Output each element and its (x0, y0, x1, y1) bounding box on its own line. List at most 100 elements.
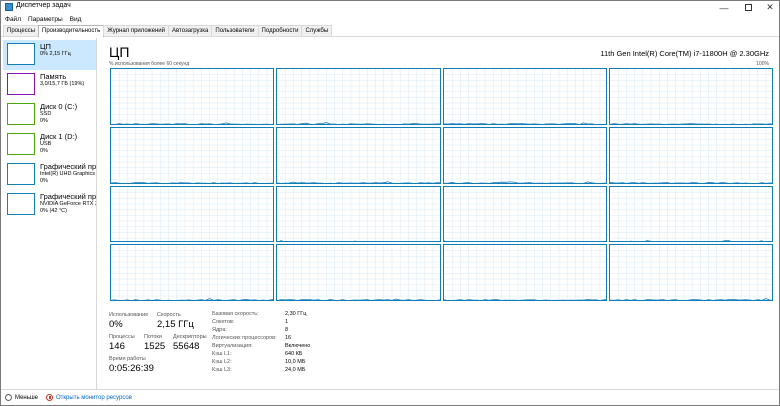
cpu-thumbnail-graph (7, 43, 35, 65)
logical-processor-graph (608, 68, 773, 125)
l2-cache-key: Кэш L2: (212, 359, 232, 365)
task-manager-window: Диспетчер задач — ✕ Файл Параметры Вид П… (0, 0, 780, 406)
graph-max-label: 100% (756, 61, 769, 67)
sidebar-item-gpu0[interactable]: Графический про Intel(R) UHD Graphics 0% (3, 160, 96, 190)
logical-processor-graph (110, 244, 275, 301)
open-resource-monitor-link[interactable]: Открыть монитор ресурсов (46, 394, 132, 401)
cpu-model-name: 11th Gen Intel(R) Core(TM) i7-11800H @ 2… (600, 49, 769, 58)
sockets-key: Сокетов: (212, 319, 235, 325)
menu-file[interactable]: Файл (5, 14, 21, 25)
cpu-stats: Использование 0% Скорость 2,15 ГГц Проце… (109, 310, 769, 380)
open-resource-monitor-label: Открыть монитор ресурсов (56, 394, 132, 401)
minimize-button[interactable]: — (712, 1, 736, 14)
sidebar-item-disk0[interactable]: Диск 0 (C:) SSD 0% (3, 100, 96, 130)
disk1-thumbnail-graph (7, 133, 35, 155)
logical-processor-graph (442, 244, 607, 301)
sockets-value: 1 (285, 319, 289, 325)
close-button[interactable]: ✕ (758, 1, 780, 14)
processes-value: 146 (109, 341, 125, 352)
logical-processor-graph (442, 68, 607, 125)
handles-label: Дескрипторы (173, 334, 207, 340)
gpu1-thumbnail-graph (7, 193, 35, 215)
uptime-value: 0:05:26:39 (109, 363, 154, 374)
task-manager-icon (5, 3, 13, 11)
virtualization-key: Виртуализация: (212, 343, 253, 349)
logical-processor-graph (608, 126, 773, 184)
threads-value: 1525 (144, 341, 166, 352)
disk0-thumbnail-graph (7, 103, 35, 125)
menu-view[interactable]: Вид (70, 14, 82, 25)
sidebar-item-gpu1[interactable]: Графический про NVIDIA GeForce RTX 307 0… (3, 190, 96, 220)
logical-processor-graph (276, 126, 441, 184)
page-title: ЦП (109, 44, 130, 60)
sidebar-item-label: Диск 1 (D:) (40, 132, 78, 141)
processes-label: Процессы (109, 334, 135, 340)
sidebar-item-value: 0% (40, 147, 48, 154)
sidebar-item-value: 0% (40, 177, 48, 184)
graph-caption: % использования более 60 секунд (109, 61, 190, 67)
l3-cache-key: Кэш L3: (212, 367, 232, 373)
tab-app-history[interactable]: Журнал приложений (103, 25, 169, 36)
sidebar-item-disk1[interactable]: Диск 1 (D:) USB 0% (3, 130, 96, 160)
l2-cache-value: 10,0 МБ (285, 359, 306, 365)
gpu0-thumbnail-graph (7, 163, 35, 185)
usage-value: 0% (109, 319, 123, 330)
sidebar-item-value: 0% (40, 117, 48, 124)
logical-processor-graph (608, 244, 773, 301)
usage-label: Использование (109, 312, 149, 318)
l3-cache-value: 24,0 МБ (285, 367, 306, 373)
l1-cache-value: 640 КБ (285, 351, 303, 357)
speed-label: Скорость (157, 312, 181, 318)
l1-cache-key: Кэш L1: (212, 351, 232, 357)
sidebar-item-label: Память (40, 72, 67, 81)
sidebar-item-detail: 0% 2,15 ГГц (40, 51, 71, 57)
maximize-button[interactable] (736, 1, 760, 14)
menu-bar: Файл Параметры Вид (1, 14, 779, 25)
sidebar-item-cpu[interactable]: ЦП 0% 2,15 ГГц (3, 40, 96, 70)
threads-label: Потоки (144, 334, 162, 340)
sidebar-item-label: Графический про (40, 192, 96, 201)
sidebar-item-label: ЦП (40, 42, 51, 51)
tab-services[interactable]: Службы (301, 25, 333, 36)
logical-processor-graph (442, 126, 607, 184)
logical-processors-key: Логических процессоров: (212, 335, 277, 341)
chevron-up-icon: ⌃ (5, 394, 12, 401)
base-speed-key: Базовая скорость: (212, 311, 259, 317)
virtualization-value: Включено (285, 343, 311, 349)
tab-details[interactable]: Подробности (257, 25, 303, 36)
footer-bar: ⌃ Меньше Открыть монитор ресурсов (1, 389, 779, 405)
menu-options[interactable]: Параметры (28, 14, 63, 25)
cores-key: Ядра: (212, 327, 227, 333)
tab-users[interactable]: Пользователи (211, 25, 259, 36)
handles-value: 55648 (173, 341, 200, 352)
sidebar-item-detail: 3,0/15,7 ГБ (19%) (40, 81, 85, 87)
logical-processor-graph (110, 126, 275, 184)
sidebar-item-value: 0% (42 °C) (40, 207, 67, 214)
sidebar-item-detail: Intel(R) UHD Graphics (40, 171, 96, 177)
fewer-details-button[interactable]: ⌃ Меньше (5, 394, 38, 401)
sidebar-item-memory[interactable]: Память 3,0/15,7 ГБ (19%) (3, 70, 96, 100)
tab-startup[interactable]: Автозагрузка (167, 25, 213, 36)
logical-processor-graph (110, 68, 275, 125)
logical-processor-graph (110, 185, 275, 243)
sidebar-item-label: Графический про (40, 162, 96, 171)
logical-processor-graph (276, 68, 441, 125)
logical-processor-graph (608, 185, 773, 243)
base-speed-value: 2,30 ГГц (285, 311, 307, 317)
tab-processes[interactable]: Процессы (3, 25, 40, 36)
cpu-performance-panel: ЦП 11th Gen Intel(R) Core(TM) i7-11800H … (99, 38, 779, 390)
logical-processor-graph (276, 185, 441, 243)
logical-processor-graph (442, 185, 607, 243)
speed-value: 2,15 ГГц (157, 319, 194, 330)
tab-bar: Процессы Производительность Журнал прило… (1, 25, 779, 37)
logical-processor-graph (276, 244, 441, 301)
fewer-details-label: Меньше (15, 394, 38, 401)
title-bar: Диспетчер задач — ✕ (1, 1, 779, 14)
resource-sidebar: ЦП 0% 2,15 ГГц Память 3,0/15,7 ГБ (19%) … (1, 38, 97, 390)
memory-thumbnail-graph (7, 73, 35, 95)
tab-performance[interactable]: Производительность (38, 25, 105, 37)
uptime-label: Время работы (109, 356, 146, 362)
logical-processor-graphs[interactable] (110, 68, 773, 301)
cores-value: 8 (285, 327, 289, 333)
sidebar-item-detail: NVIDIA GeForce RTX 307 (40, 201, 96, 207)
